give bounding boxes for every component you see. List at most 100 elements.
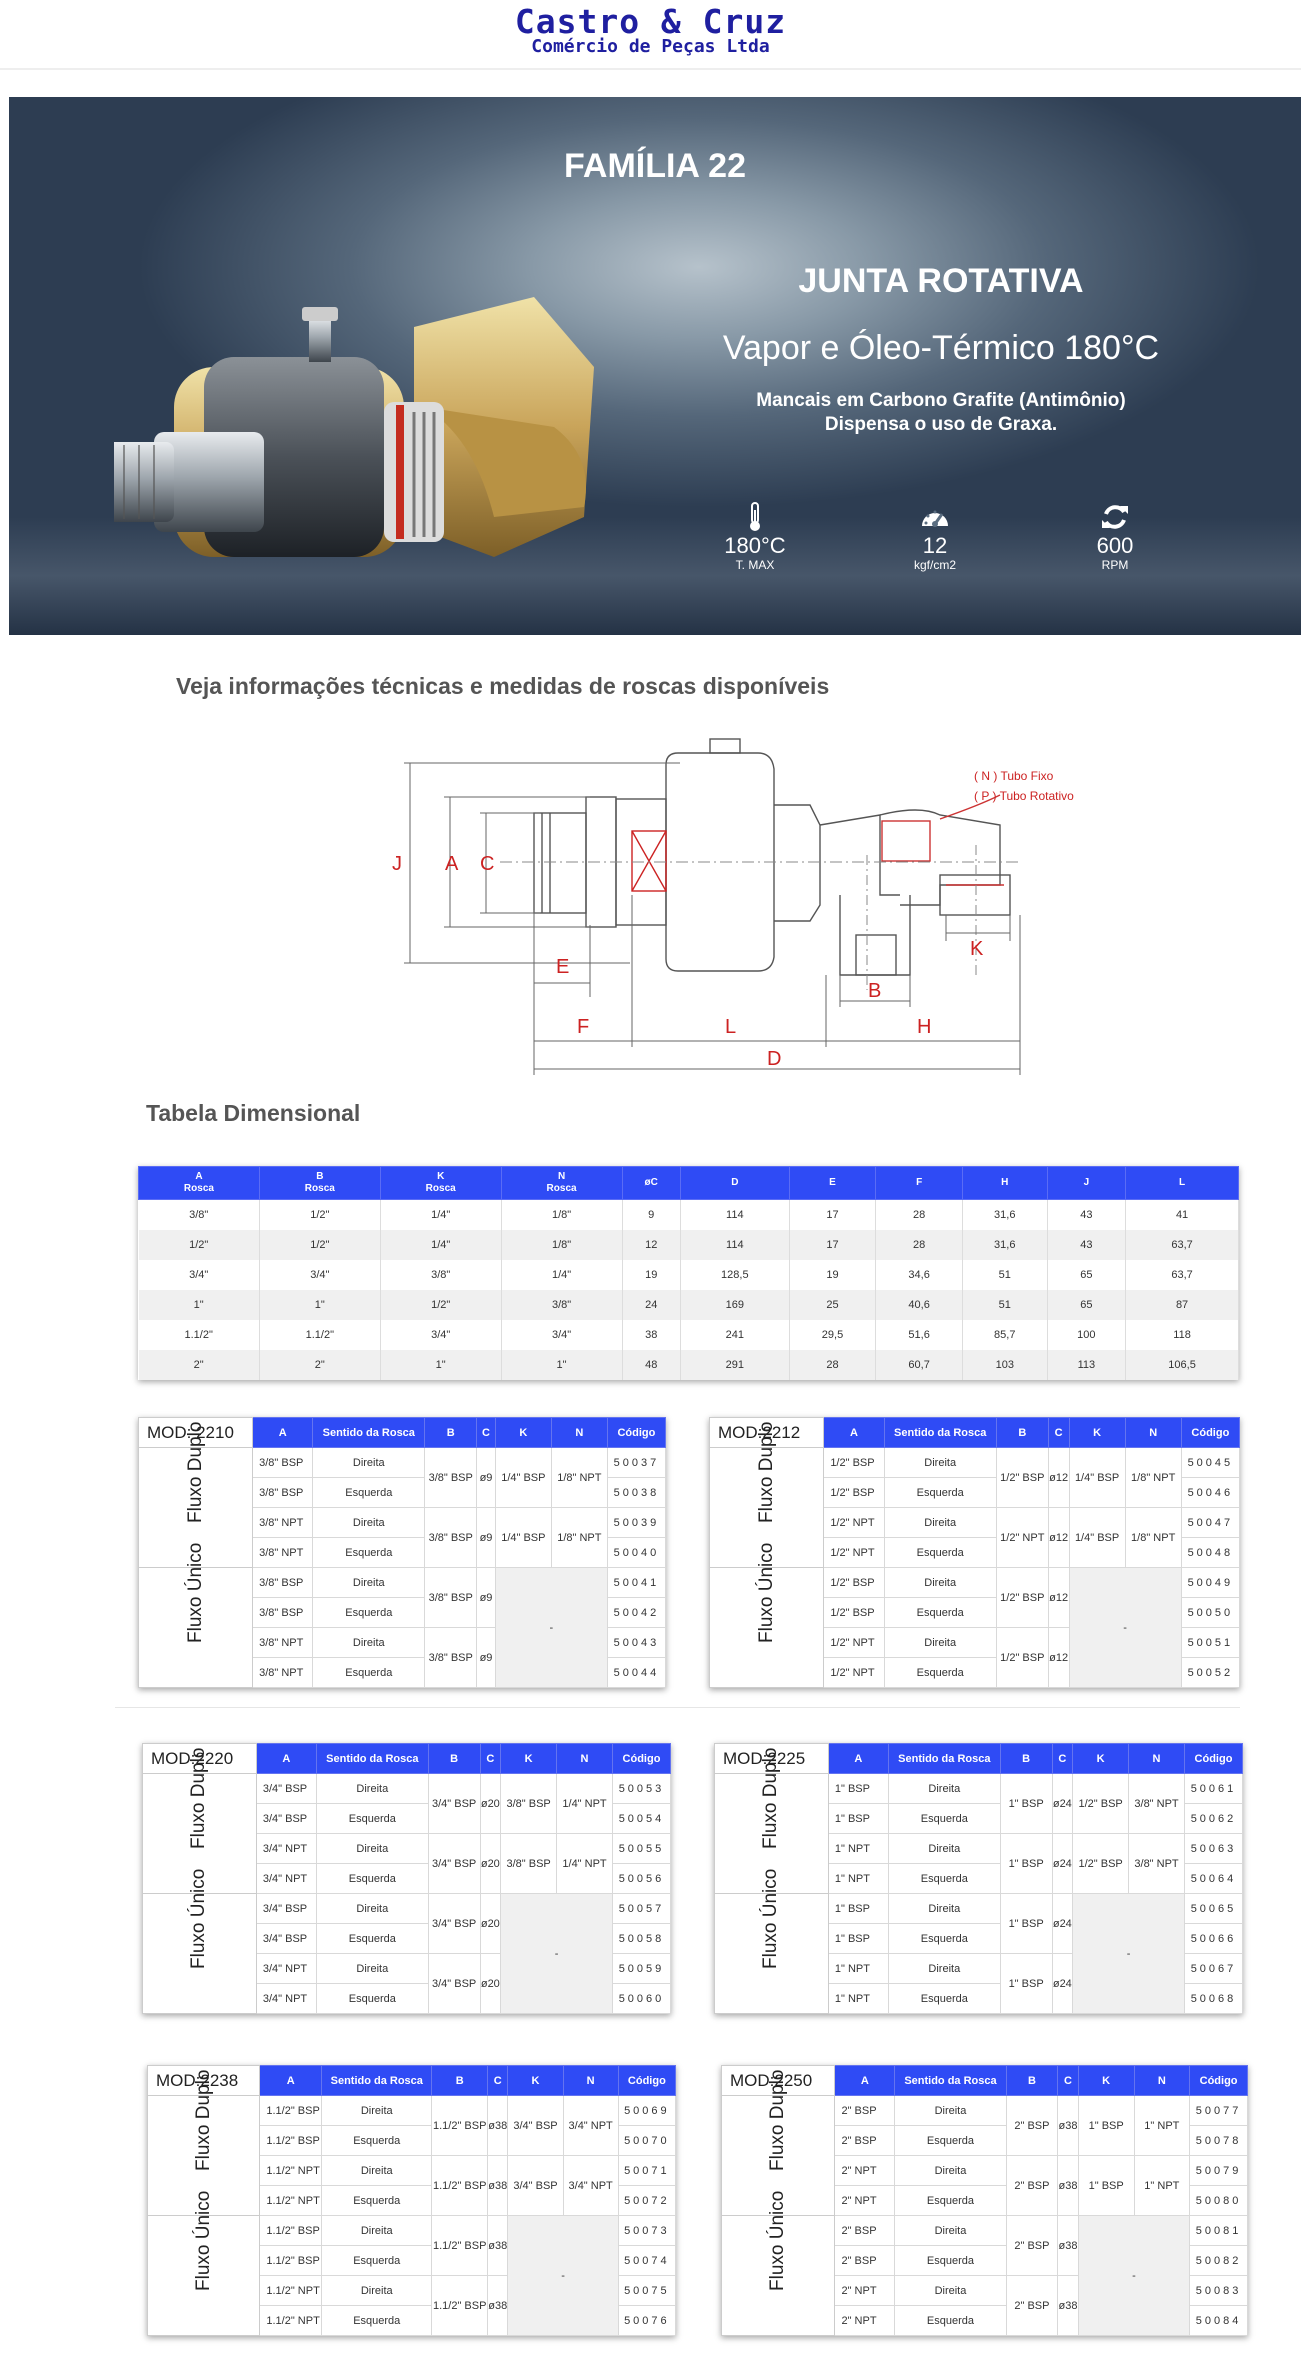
thread-direction: Esquerda <box>894 2245 1007 2276</box>
table-cell: 9 <box>622 1199 681 1230</box>
model-column-header: Sentido da Rosca <box>315 1743 429 1774</box>
product-code: 50064 <box>1183 1863 1244 1894</box>
product-code: 50040 <box>606 1537 667 1568</box>
product-code: 50038 <box>606 1477 667 1508</box>
no-value-cell: - <box>507 2215 619 2336</box>
table-row: Fluxo Duplo 2" BSP Direita 2" BSP ø38 1" BSP 1… <box>720 2069 1248 2216</box>
product-code: 50051 <box>1180 1627 1241 1658</box>
table-row: Fluxo Duplo 3/8" BSP Direita 3/8" BSP ø9 1/4"… <box>137 1421 667 1568</box>
thread-direction: Direita <box>894 2155 1007 2186</box>
diameter-c: ø9 <box>476 1507 496 1568</box>
product-code: 50066 <box>1183 1923 1244 1954</box>
model-column-header: N <box>556 1743 613 1774</box>
model-column-header: A <box>823 1417 885 1448</box>
thread-k: 1" BSP <box>1077 2155 1135 2216</box>
dim-header-label: øC <box>644 1177 658 1188</box>
model-column-header: Código <box>611 1743 672 1774</box>
thread-b: 1.1/2" BSP <box>431 2275 489 2336</box>
flow-group-text: Fluxo Duplo <box>192 2069 214 2171</box>
thread-direction: Esquerda <box>312 1657 426 1688</box>
dim-header: øC <box>621 1166 681 1200</box>
product-code: 50073 <box>617 2215 677 2246</box>
spec-value: 12 <box>922 533 948 558</box>
thread-b: 2" BSP <box>1005 2155 1059 2216</box>
product-code: 50043 <box>606 1627 667 1658</box>
thread-a: 1/2" BSP <box>823 1477 885 1508</box>
table-cell: 28 <box>875 1199 963 1230</box>
flow-group-text: Fluxo Único <box>755 1542 777 1643</box>
product-code: 50078 <box>1189 2125 1248 2156</box>
no-value-cell: - <box>1072 1893 1185 2014</box>
flow-group-label: Fluxo Único <box>137 1542 254 1688</box>
thread-k: 3/8" BSP <box>500 1833 558 1894</box>
thread-a: 1/2" BSP <box>823 1567 885 1598</box>
thread-n: 1/8" NPT <box>550 1447 608 1508</box>
dim-label-b: B <box>868 980 881 1002</box>
dim-header-sub: Rosca <box>183 1183 214 1194</box>
diameter-c: ø38 <box>1057 2095 1079 2156</box>
spec-temperature: 180°C T. MAX <box>695 502 815 572</box>
thread-b: 1" BSP <box>999 1773 1053 1834</box>
flow-group-label: Fluxo Único <box>708 1542 825 1688</box>
thread-k: 1/2" BSP <box>1072 1833 1130 1894</box>
dim-header: H <box>961 1166 1048 1200</box>
feature-item: Mancais em Carbono Grafite (Antimônio) <box>756 390 1126 411</box>
thread-n: 1/8" NPT <box>550 1507 608 1568</box>
diameter-c: ø38 <box>487 2275 509 2336</box>
thread-n: 3/4" NPT <box>562 2095 619 2156</box>
diameter-c: ø9 <box>476 1447 496 1508</box>
model-column-header: A <box>255 1743 317 1774</box>
thread-a: 1" NPT <box>827 1833 889 1864</box>
dim-header: F <box>875 1166 963 1200</box>
table-cell: 24 <box>622 1289 681 1320</box>
table-cell: 51 <box>962 1289 1048 1320</box>
table-row: Fluxo Único 3/4" BSP Direita 3/4" BSP ø20-50… <box>142 1868 672 2014</box>
thread-a: 1/2" NPT <box>823 1627 885 1658</box>
product-code: 50055 <box>611 1833 672 1864</box>
thread-b: 3/8" BSP <box>424 1567 478 1628</box>
model-column-header: K <box>1072 1743 1130 1774</box>
thread-b: 3/8" BSP <box>424 1447 478 1508</box>
diameter-c: ø38 <box>1057 2275 1079 2336</box>
model-column-header: A <box>827 1743 889 1774</box>
thread-b: 1" BSP <box>999 1833 1053 1894</box>
no-value-cell: - <box>1068 1567 1182 1688</box>
dim-header-label: B <box>316 1171 324 1182</box>
dim-header-label: A <box>195 1171 203 1182</box>
model-column-header: B <box>424 1417 478 1448</box>
thread-direction: Esquerda <box>312 1477 426 1508</box>
thread-a: 1.1/2" NPT <box>259 2185 323 2216</box>
table-cell: 19 <box>789 1259 877 1290</box>
flow-group-label: Fluxo Único <box>142 1868 257 2014</box>
spec-pressure: 12 kgf/cm2 <box>875 502 995 572</box>
product-code: 50062 <box>1183 1803 1244 1834</box>
dim-header-label: D <box>731 1177 739 1188</box>
thread-b: 2" BSP <box>1005 2095 1059 2156</box>
table-cell: 31,6 <box>962 1229 1048 1260</box>
table-cell: 63,7 <box>1125 1229 1239 1260</box>
diameter-c: ø24 <box>1051 1833 1074 1894</box>
thread-direction: Direita <box>321 2155 433 2186</box>
thread-direction: Direita <box>315 1773 429 1804</box>
model-column-header: B <box>427 1743 481 1774</box>
thread-direction: Direita <box>312 1627 426 1658</box>
thread-a: 2" BSP <box>834 2245 896 2276</box>
page: Castro & Cruz Comércio de Peças Ltda FAM… <box>0 0 1301 2372</box>
thread-direction: Esquerda <box>312 1537 426 1568</box>
legend-fixed-tube: ( N ) Tubo Fixo <box>974 769 1054 783</box>
model-column-header: B <box>995 1417 1049 1448</box>
product-title: JUNTA ROTATIVA <box>798 262 1084 300</box>
dim-header: B Rosca <box>258 1166 381 1200</box>
dim-header-label: L <box>1179 1177 1186 1188</box>
product-code: 50080 <box>1189 2185 1248 2216</box>
table-cell: 169 <box>680 1289 790 1320</box>
model-column-header: C <box>1057 2065 1079 2096</box>
product-code: 50049 <box>1180 1567 1241 1598</box>
diameter-c: ø12 <box>1047 1567 1070 1628</box>
refresh-icon <box>1102 505 1128 529</box>
feature-list: Mancais em Carbono Grafite (Antimônio) D… <box>599 389 1283 437</box>
diameter-c: ø12 <box>1047 1447 1070 1508</box>
thread-direction: Direita <box>315 1893 429 1924</box>
thread-a: 1.1/2" NPT <box>259 2155 323 2186</box>
flow-group-text: Fluxo Duplo <box>767 2069 789 2171</box>
